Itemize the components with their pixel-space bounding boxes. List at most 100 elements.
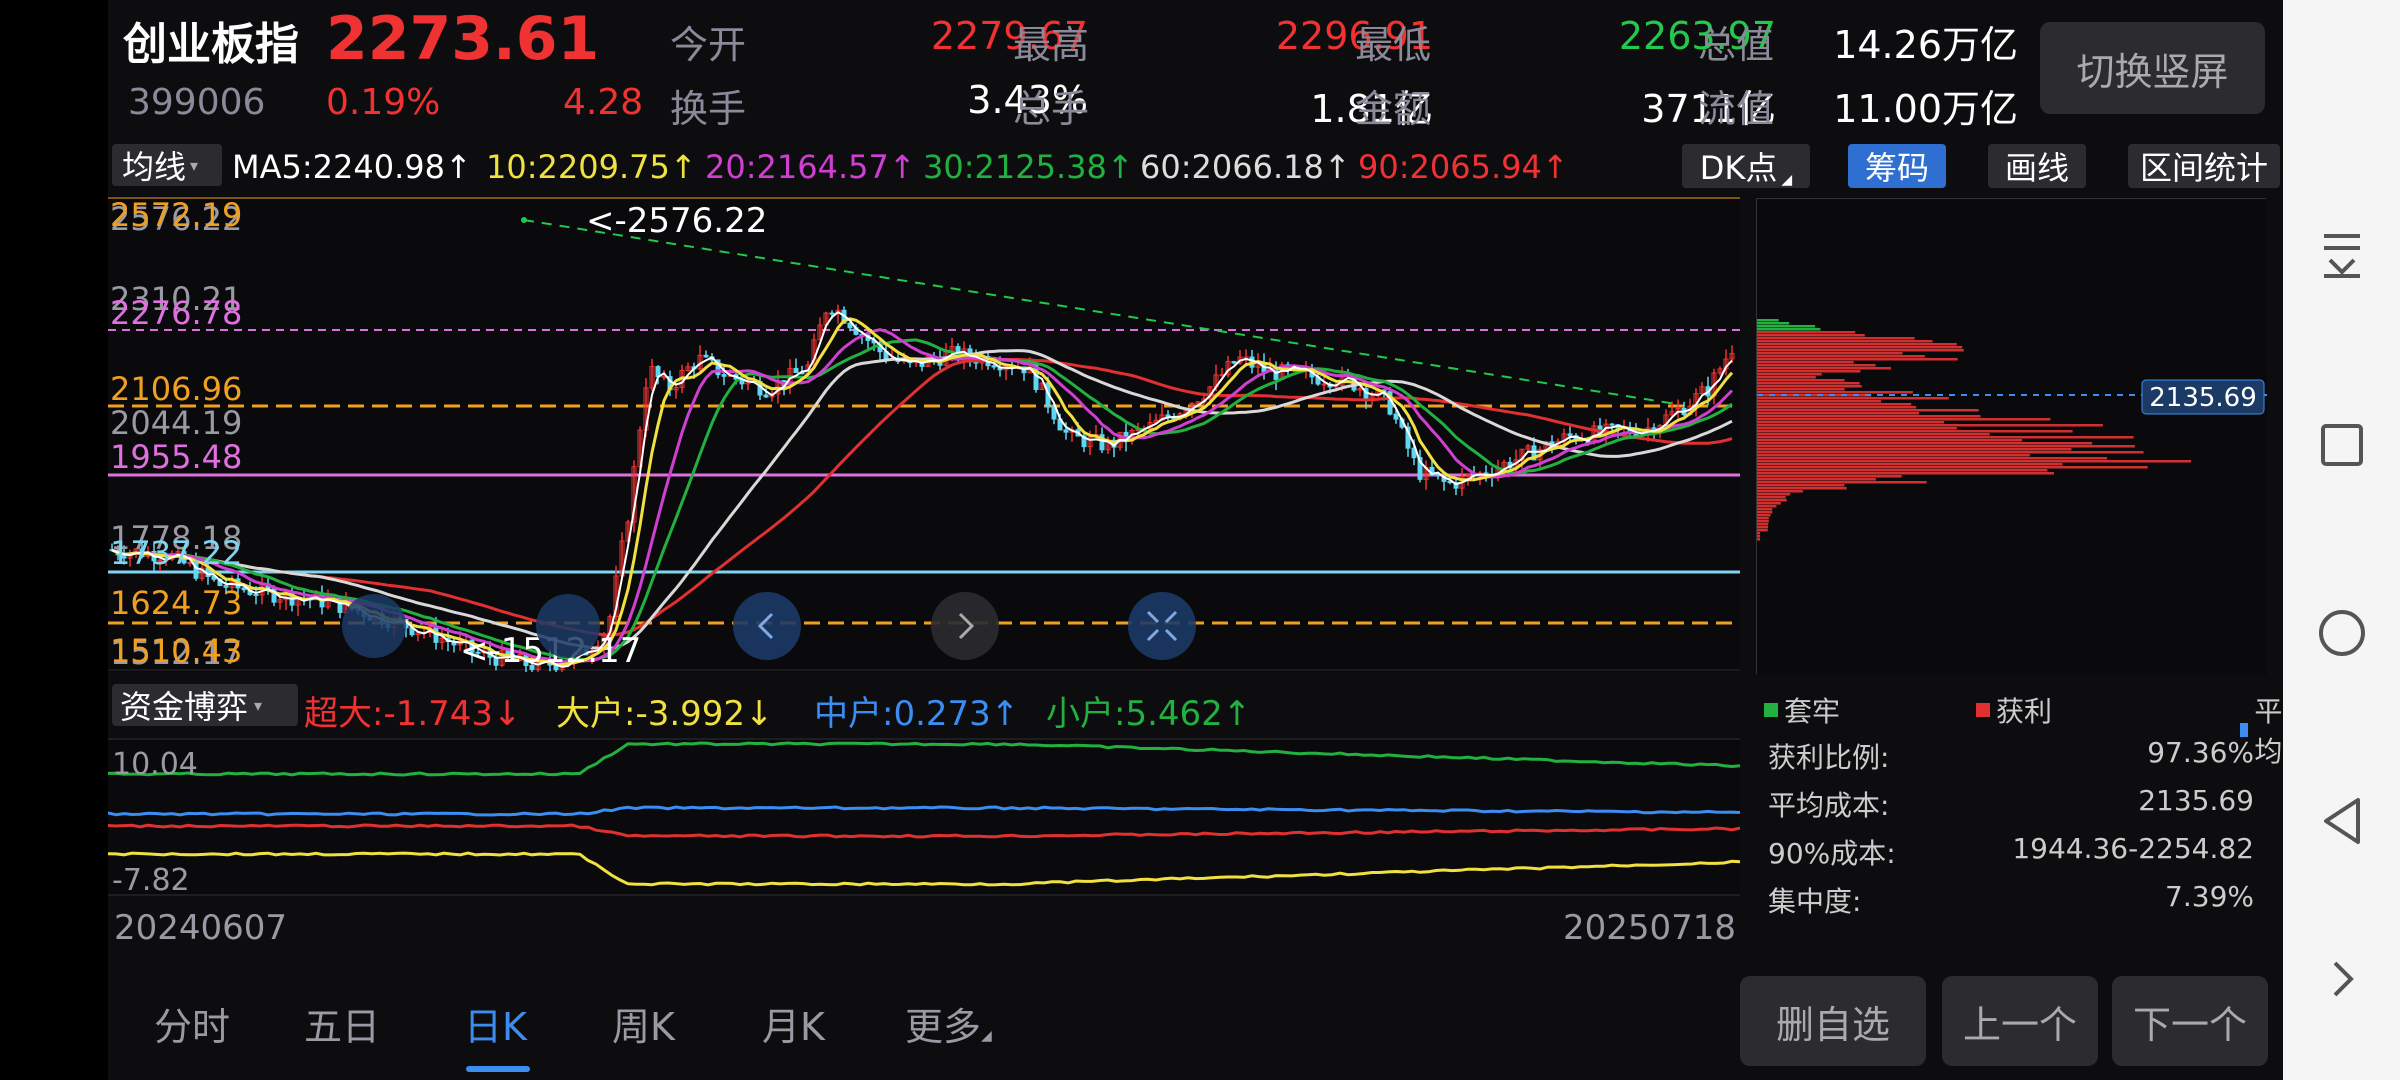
chip-bar bbox=[1757, 511, 1773, 514]
chip-bar bbox=[1757, 325, 1816, 328]
quote-label-amount: 金额 bbox=[1355, 87, 1432, 131]
chip-bar bbox=[1757, 361, 1854, 364]
ma-select[interactable]: 均线 ▾ bbox=[112, 144, 222, 186]
dk-point-label: DK点 bbox=[1699, 149, 1778, 187]
tab-more[interactable]: 更多◢ bbox=[905, 996, 992, 1051]
chip-bar bbox=[1757, 427, 1957, 430]
chevron-right-icon bbox=[2333, 961, 2354, 997]
date-axis: 20240607 20250718 bbox=[108, 902, 1740, 952]
chip-bar bbox=[1757, 430, 2073, 433]
chart-next-button[interactable] bbox=[931, 592, 999, 660]
chip-bar bbox=[1757, 346, 1963, 349]
tab-five-day[interactable]: 五日 bbox=[304, 996, 380, 1051]
kline-chart[interactable]: 2576.22 2572.19 2310.21 2276.78 2106.96 … bbox=[108, 196, 1740, 676]
chip-bar bbox=[1757, 319, 1779, 322]
square-icon bbox=[2320, 424, 2363, 466]
nav-expand-button[interactable] bbox=[2283, 934, 2400, 1024]
tab-weekly-k[interactable]: 周K bbox=[612, 996, 675, 1051]
fund-flow-chart[interactable]: 10.04 -7.82 bbox=[107, 738, 1741, 898]
legend-profit-label: 获利 bbox=[1996, 695, 2053, 728]
tab-daily-k[interactable]: 日K bbox=[464, 996, 527, 1051]
fund-small: 小户:5.462↑ bbox=[1046, 694, 1252, 734]
nav-menu-button[interactable] bbox=[2283, 210, 2400, 300]
chip-bar bbox=[1757, 388, 1845, 391]
chip-bar bbox=[1757, 415, 1981, 418]
chip-bar bbox=[1757, 409, 1979, 412]
chip-bar bbox=[1757, 349, 1964, 352]
chip-bar bbox=[1757, 418, 2051, 421]
fund-background bbox=[108, 738, 1740, 896]
chip-bar bbox=[1757, 358, 1958, 361]
nav-back-button[interactable] bbox=[2283, 776, 2400, 866]
legend-average-swatch bbox=[2239, 723, 2249, 737]
range-stats-button[interactable]: 区间统计 bbox=[2128, 144, 2280, 188]
chart-nav-ghost[interactable] bbox=[536, 594, 600, 658]
legend-profit-swatch bbox=[1976, 703, 1990, 717]
chip-bar bbox=[1757, 463, 2063, 466]
chip-bar bbox=[1757, 481, 1927, 484]
chip-bar bbox=[1757, 478, 1876, 481]
chip-bar bbox=[1757, 490, 1803, 493]
chip-bar bbox=[1757, 370, 1861, 373]
dropdown-triangle-icon: ▾ bbox=[190, 155, 199, 175]
chip-bar bbox=[1757, 421, 1945, 424]
chip-distribution-panel: 2135.69 bbox=[1756, 198, 2267, 675]
price-label-2106: 2106.96 bbox=[110, 370, 242, 408]
chip-bar bbox=[1757, 376, 1816, 379]
chip-bar bbox=[1757, 451, 2144, 454]
chip-bar bbox=[1757, 352, 1903, 355]
dk-point-button[interactable]: DK点 ◢ bbox=[1682, 144, 1810, 188]
chip-bar bbox=[1757, 454, 2030, 457]
chip-bar bbox=[1757, 355, 1925, 358]
switch-portrait-button[interactable]: 切换竖屏 bbox=[2040, 22, 2265, 114]
stat-90-cost: 90%成本: 1944.36-2254.82 bbox=[1756, 832, 2276, 876]
tab-intraday[interactable]: 分时 bbox=[154, 996, 230, 1051]
nav-home-button[interactable] bbox=[2283, 588, 2400, 678]
kline-svg: 2576.22 2572.19 2310.21 2276.78 2106.96 … bbox=[108, 196, 1740, 676]
price-label-2572: 2572.19 bbox=[110, 196, 242, 234]
chip-button[interactable]: 筹码 bbox=[1848, 144, 1946, 188]
nav-recents-button[interactable] bbox=[2283, 400, 2400, 490]
fund-svg: 10.04 -7.82 bbox=[107, 738, 1741, 898]
quote-label-float-value: 流值 bbox=[1698, 87, 1775, 131]
candle-body bbox=[1321, 383, 1327, 386]
quote-value-total-value: 14.26万亿 bbox=[1833, 23, 2018, 67]
ma-indicator-bar: 均线 ▾ MA5:2240.98↑ 10:2209.75↑ 20:2164.57… bbox=[108, 142, 2283, 190]
chip-bar bbox=[1757, 502, 1781, 505]
chip-bar bbox=[1757, 445, 2135, 448]
chip-bar bbox=[1757, 334, 1865, 337]
chart-prev-button[interactable] bbox=[733, 592, 801, 660]
stat-avg-cost: 平均成本: 2135.69 bbox=[1756, 784, 2276, 828]
chip-bar bbox=[1757, 538, 1761, 541]
chip-bar bbox=[1757, 532, 1761, 535]
price-label-1624: 1624.73 bbox=[110, 584, 242, 622]
tab-active-indicator bbox=[466, 1066, 530, 1072]
avg-cost-tag-text: 2135.69 bbox=[2149, 383, 2257, 413]
candle-body bbox=[1243, 356, 1249, 359]
ma-select-label: 均线 bbox=[122, 148, 187, 186]
chip-bar bbox=[1757, 517, 1769, 520]
system-nav-bar bbox=[2283, 0, 2400, 1080]
quote-label-high: 最高 bbox=[1013, 23, 1090, 67]
chip-bar bbox=[1757, 448, 2072, 451]
chart-nav-left-ghost[interactable] bbox=[342, 594, 406, 658]
quote-label-volume: 总手 bbox=[1013, 87, 1090, 131]
index-name: 创业板指 bbox=[123, 19, 299, 70]
next-stock-button[interactable]: 下一个 bbox=[2112, 976, 2268, 1066]
ma20-value: 20:2164.57↑ bbox=[705, 148, 916, 186]
tab-monthly-k[interactable]: 月K bbox=[762, 996, 825, 1051]
chip-bar bbox=[1757, 412, 1920, 415]
chart-zoom-button[interactable] bbox=[1128, 592, 1196, 660]
index-price: 2273.61 bbox=[326, 4, 600, 74]
quote-label-turnover: 换手 bbox=[670, 87, 747, 131]
previous-stock-button[interactable]: 上一个 bbox=[1942, 976, 2098, 1066]
delete-favorite-button[interactable]: 删自选 bbox=[1740, 976, 1926, 1066]
fund-ymax: 10.04 bbox=[112, 747, 198, 782]
chip-bar bbox=[1757, 436, 2134, 439]
corner-triangle-icon: ◢ bbox=[1781, 172, 1793, 188]
chip-bar bbox=[1757, 514, 1771, 517]
chip-bar bbox=[1757, 475, 1902, 478]
draw-line-button[interactable]: 画线 bbox=[1988, 144, 2086, 188]
fund-select[interactable]: 资金博弈 ▾ bbox=[112, 684, 298, 726]
candle-body bbox=[703, 354, 709, 358]
